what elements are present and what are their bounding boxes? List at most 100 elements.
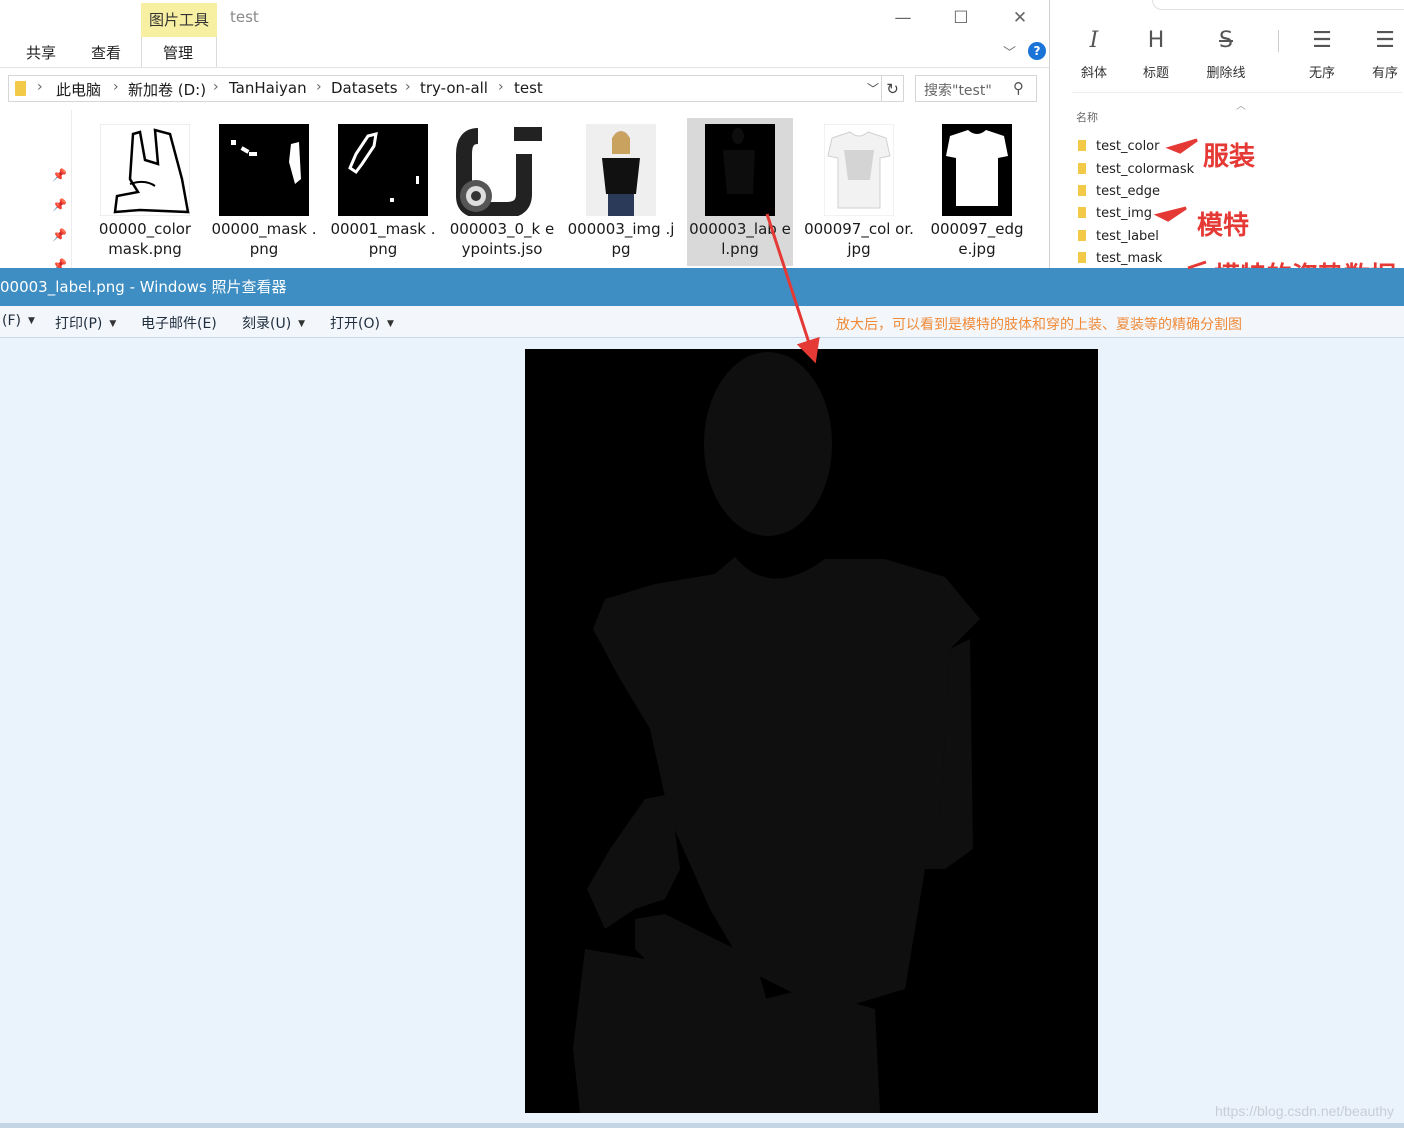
minimize-button[interactable]: — (888, 4, 918, 32)
file-item-selected[interactable]: 000003_lab el.png (687, 118, 793, 266)
file-name: 000003_0_k eypoints.jso (449, 220, 555, 258)
maximize-button[interactable]: ☐ (946, 4, 976, 32)
dropdown-arrow-icon: ▼ (298, 319, 306, 329)
menu-burn[interactable]: 刻录(U) ▼ (242, 313, 305, 333)
clothing-photo-thumbnail (824, 124, 894, 216)
folder-item[interactable]: test_colormask (1078, 162, 1194, 177)
menu-file[interactable]: (F) ▼ (2, 313, 35, 329)
watermark: https://blog.csdn.net/beauthy (1214, 1103, 1394, 1119)
search-input[interactable]: 搜索"test" ⚲ (915, 75, 1037, 102)
folder-item[interactable]: test_mask (1078, 251, 1162, 266)
toolbar-label: 有序 (1371, 66, 1398, 81)
color-mask-thumbnail (100, 124, 190, 216)
file-item[interactable]: 000003_0_k eypoints.jso (447, 118, 557, 266)
viewer-title: 00003_label.png - Windows 照片查看器 (0, 278, 287, 296)
search-icon: ⚲ (1013, 79, 1024, 97)
annotation-clothes: 服装 (1203, 142, 1256, 172)
segment-head (704, 352, 832, 536)
edge-mask-thumbnail (942, 124, 1012, 216)
viewer-menu-bar: (F) ▼ 打印(P) ▼ 电子邮件(E) 刻录(U) ▼ 打开(O) ▼ 放大后，可以… (0, 306, 1404, 338)
toolbar-label: 斜体 (1080, 66, 1107, 81)
breadcrumb-this-pc[interactable]: 此电脑 (56, 79, 101, 100)
breadcrumb-separator-icon: › (213, 79, 219, 95)
unordered-list-button[interactable]: ☰ 无序 (1297, 28, 1347, 81)
folder-icon (1078, 207, 1086, 218)
pin-icon[interactable]: 📌 (52, 198, 67, 212)
heading-button[interactable]: H 标题 (1131, 28, 1181, 81)
breadcrumb-tanhaiyan[interactable]: TanHaiyan (229, 79, 307, 97)
breadcrumb-separator-icon: › (113, 79, 119, 95)
italic-button[interactable]: I 斜体 (1069, 28, 1119, 81)
segmentation-image (525, 349, 1098, 1113)
tab-view[interactable]: 查看 (91, 42, 121, 63)
breadcrumb-separator-icon: › (316, 79, 322, 95)
file-explorer-window: 图片工具 test — ☐ ✕ 共享 查看 管理 ﹀ ? › 此电脑 › 新加卷… (0, 0, 1050, 268)
viewer-annotation: 放大后，可以看到是模特的肢体和穿的上装、夏装等的精确分割图 (836, 317, 1242, 333)
menu-open[interactable]: 打开(O) ▼ (330, 313, 394, 333)
folder-name: test_colormask (1096, 162, 1195, 177)
ordered-list-button[interactable]: ☰ 有序 (1360, 28, 1404, 81)
folder-item[interactable]: test_label (1078, 229, 1159, 244)
file-item[interactable]: 000097_col or.jpg (804, 118, 914, 266)
tab-manage[interactable]: 管理 (163, 42, 193, 63)
editor-panel: I 斜体 H 标题 S 删除线 ☰ 无序 ☰ 有序 ︿ 名称 test_colo… (1052, 0, 1404, 268)
pin-icon[interactable]: 📌 (52, 168, 67, 182)
strikethrough-button[interactable]: S 删除线 (1201, 28, 1251, 81)
file-item[interactable]: 000097_edg e.jpg (922, 118, 1032, 266)
folder-icon (1078, 185, 1086, 196)
italic-icon: I (1089, 28, 1099, 53)
close-button[interactable]: ✕ (1005, 4, 1035, 32)
dropdown-arrow-icon: ▼ (109, 319, 117, 329)
ribbon-expand-chevron-icon[interactable]: ﹀ (1003, 42, 1016, 61)
file-item[interactable]: 00001_mask .png (328, 118, 438, 266)
file-item[interactable]: 00000_color mask.png (90, 118, 200, 266)
tab-share[interactable]: 共享 (26, 42, 56, 63)
editor-tab-edge (1152, 0, 1404, 10)
pin-icon[interactable]: 📌 (52, 228, 67, 242)
folder-icon (1078, 163, 1086, 174)
help-icon[interactable]: ? (1028, 42, 1046, 60)
breadcrumb-separator-icon: › (37, 79, 43, 95)
pin-icon[interactable]: 📌 (52, 258, 67, 268)
dropdown-arrow-icon: ▼ (386, 319, 394, 329)
breadcrumb-test[interactable]: test (514, 79, 543, 97)
file-name: 00000_mask .png (211, 220, 317, 258)
breadcrumb-datasets[interactable]: Datasets (331, 79, 398, 97)
folder-name: test_edge (1096, 184, 1160, 199)
toolbar-separator (1072, 92, 1402, 93)
ribbon-divider (0, 67, 1049, 68)
breadcrumb-try-on-all[interactable]: try-on-all (420, 79, 488, 97)
menu-email[interactable]: 电子邮件(E) (141, 313, 217, 333)
photo-viewer-window: 00003_label.png - Windows 照片查看器 (F) ▼ 打印(… (0, 268, 1404, 1128)
address-history-chevron-icon[interactable]: ﹀ (867, 80, 879, 97)
picture-tools-context-tab[interactable]: 图片工具 (141, 3, 217, 37)
file-item[interactable]: 000003_img .jpg (566, 118, 676, 266)
folder-item[interactable]: test_img (1078, 206, 1152, 221)
sort-ascending-icon: ︿ (1236, 101, 1246, 112)
label-thumbnail (705, 124, 775, 216)
file-item[interactable]: 00000_mask .png (209, 118, 319, 266)
breadcrumb-separator-icon: › (498, 79, 504, 95)
file-name: 000097_edg e.jpg (930, 220, 1024, 258)
viewer-bottom-border (0, 1123, 1404, 1128)
strikethrough-icon: S (1219, 28, 1233, 53)
unordered-list-icon: ☰ (1312, 28, 1332, 53)
name-column-header[interactable]: 名称 (1076, 109, 1098, 125)
folder-item[interactable]: test_color (1078, 139, 1159, 154)
json-file-icon (456, 127, 542, 216)
ordered-list-icon: ☰ (1375, 28, 1395, 53)
folder-item[interactable]: test_edge (1078, 184, 1160, 199)
refresh-button[interactable]: ↻ (882, 75, 904, 102)
folder-icon (1078, 140, 1086, 151)
toolbar-divider (1278, 30, 1279, 52)
navigation-pane: 📌 📌 📌 📌 (0, 110, 72, 268)
folder-icon (1078, 230, 1086, 241)
window-title: test (230, 8, 259, 26)
breadcrumb-volume-d[interactable]: 新加卷 (D:) (128, 79, 206, 100)
file-name: 00001_mask .png (330, 220, 436, 258)
address-bar[interactable]: › 此电脑 › 新加卷 (D:) › TanHaiyan › Datasets … (8, 75, 882, 102)
viewer-title-bar: 00003_label.png - Windows 照片查看器 (0, 268, 1404, 306)
folder-icon (15, 81, 26, 96)
menu-print[interactable]: 打印(P) ▼ (55, 313, 116, 333)
search-placeholder: 搜索"test" (924, 83, 992, 99)
